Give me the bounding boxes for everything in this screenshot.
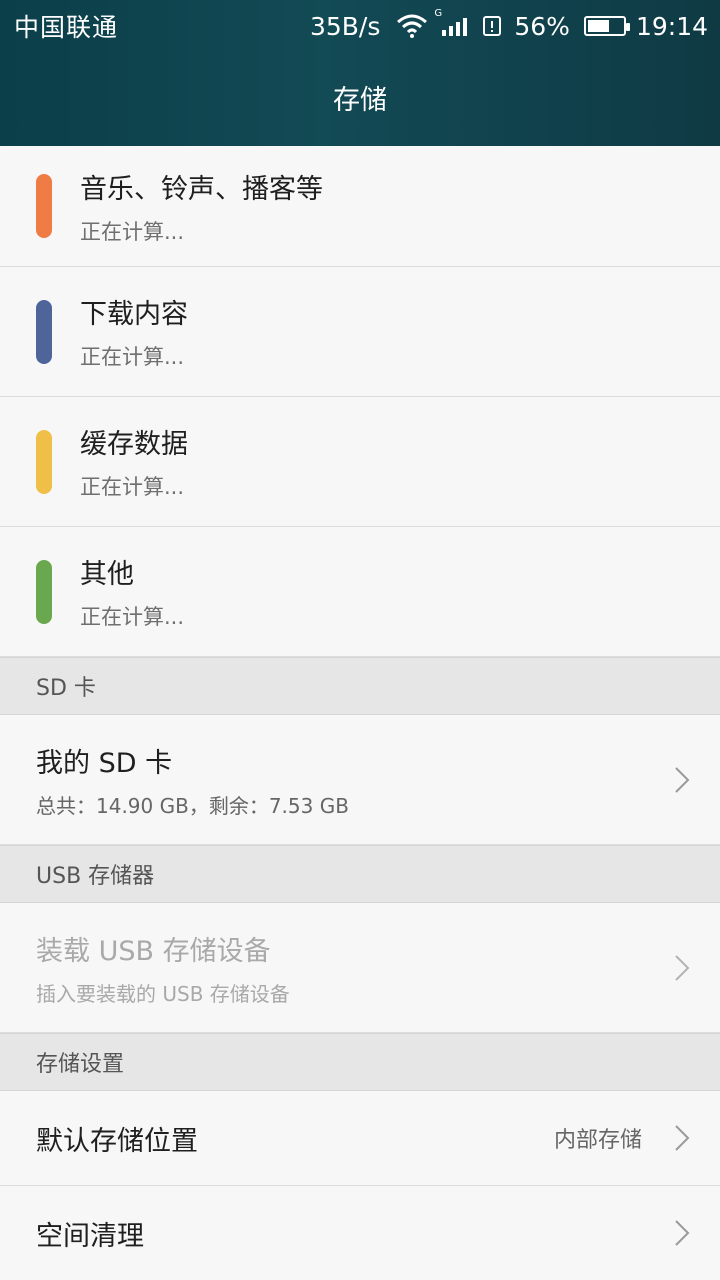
mount-usb-item[interactable]: 装载 USB 存储设备 插入要装载的 USB 存储设备 [0, 903, 720, 1033]
category-title: 下载内容 [80, 299, 188, 330]
clock: 19:14 [635, 11, 708, 41]
chevron-right-icon [674, 1219, 690, 1247]
category-other: 其他 正在计算... [0, 527, 720, 657]
category-subtitle: 正在计算... [80, 219, 185, 244]
sd-card-item[interactable]: 我的 SD 卡 总共：14.90 GB，剩余：7.53 GB [0, 715, 720, 845]
color-pill-music [36, 174, 52, 238]
sd-card-capacity: 总共：14.90 GB，剩余：7.53 GB [36, 793, 349, 818]
sd-alert-icon [480, 14, 504, 38]
chevron-right-icon [674, 766, 690, 794]
battery-level [587, 20, 610, 32]
category-music: 音乐、铃声、播客等 正在计算... [0, 146, 720, 267]
category-title: 其他 [80, 559, 134, 590]
category-cache: 缓存数据 正在计算... [0, 397, 720, 527]
category-subtitle: 正在计算... [80, 475, 185, 499]
category-subtitle: 正在计算... [80, 605, 185, 629]
battery-icon [583, 16, 630, 36]
section-header-usb: USB 存储器 [0, 845, 720, 903]
color-pill-other [36, 559, 52, 624]
default-storage-value: 内部存储 [553, 1128, 642, 1153]
category-downloads: 下载内容 正在计算... [0, 267, 720, 397]
category-subtitle: 正在计算... [80, 345, 185, 369]
space-cleanup-item[interactable]: 空间清理 [0, 1186, 720, 1280]
chevron-right-icon [674, 954, 690, 982]
mount-usb-title: 装载 USB 存储设备 [36, 935, 271, 967]
default-storage-title: 默认存储位置 [36, 1125, 198, 1157]
status-bar: 中国联通 35B/s G 56% 19:14 [0, 0, 720, 52]
category-title: 缓存数据 [80, 429, 188, 460]
signal-icon: G [434, 8, 470, 38]
chevron-right-icon [674, 1124, 690, 1152]
top-bar: 中国联通 35B/s G 56% 19:14 存储 [0, 0, 720, 146]
carrier-name: 中国联通 [14, 13, 119, 42]
network-type-label: G [434, 8, 443, 19]
mount-usb-subtitle: 插入要装载的 USB 存储设备 [36, 981, 290, 1006]
default-storage-location-item[interactable]: 默认存储位置 内部存储 [0, 1091, 720, 1186]
status-icons: 35B/s G 56% 19:14 [309, 8, 708, 41]
color-pill-downloads [36, 299, 52, 364]
sd-card-title: 我的 SD 卡 [36, 747, 173, 779]
section-header-settings: 存储设置 [0, 1033, 720, 1091]
color-pill-cache [36, 429, 52, 494]
space-cleanup-title: 空间清理 [36, 1220, 144, 1252]
category-title: 音乐、铃声、播客等 [80, 173, 323, 205]
wifi-icon [396, 14, 428, 38]
section-header-sd: SD 卡 [0, 657, 720, 715]
network-speed: 35B/s [309, 11, 381, 41]
page-title: 存储 [333, 85, 387, 116]
battery-percent: 56% [514, 11, 570, 41]
